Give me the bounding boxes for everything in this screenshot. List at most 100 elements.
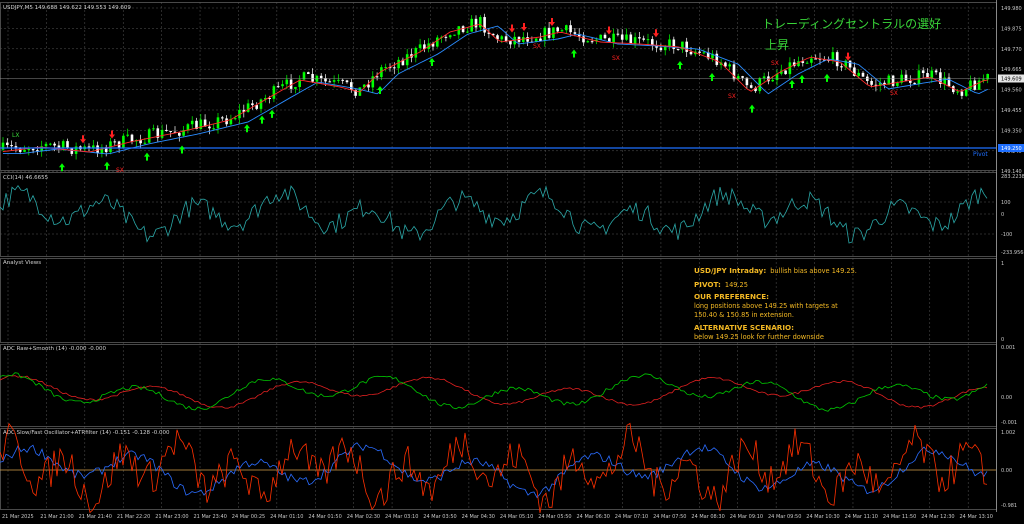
candle-body xyxy=(784,70,787,75)
time-tick-label: 24 Mar 06:30 xyxy=(577,514,610,520)
candle-body xyxy=(646,39,650,41)
cci-tick-label: -100 xyxy=(1001,232,1012,238)
price-tick-label: 149.980 xyxy=(1001,6,1022,12)
candle-body xyxy=(921,70,925,74)
candle-body xyxy=(147,129,151,143)
adc-raw-smooth-panel[interactable]: ADC Raw+Smooth (14) -0.000 -0.000 0.0010… xyxy=(0,345,1017,426)
analyst-views-panel[interactable]: Analyst Views 1 0 USD/JPY Intraday: bulli… xyxy=(3,260,1004,343)
time-tick-label: 24 Mar 03:50 xyxy=(423,514,456,520)
time-tick-label: 21 Mar 23:00 xyxy=(155,514,188,520)
candle-body xyxy=(552,27,555,38)
candle-body xyxy=(547,27,551,38)
candle-body xyxy=(470,18,473,32)
candle-body xyxy=(586,41,590,43)
candle-body xyxy=(909,80,912,83)
candle-body xyxy=(350,82,353,90)
analyst-alternative-line1: below 149.25 look for further downside xyxy=(694,333,824,341)
candle-body xyxy=(130,134,134,142)
time-tick-label: 24 Mar 04:30 xyxy=(462,514,495,520)
candle-body xyxy=(612,33,615,43)
candle-body xyxy=(866,76,869,81)
candle-body xyxy=(49,143,52,145)
signal-label: SX xyxy=(771,60,779,67)
candle-body xyxy=(457,26,461,35)
candle-body xyxy=(947,77,951,87)
buy-arrow-icon xyxy=(824,73,830,82)
candle-body xyxy=(57,145,61,148)
candle-body xyxy=(23,149,26,152)
cci-tick-label: -233.9568 xyxy=(1001,250,1024,256)
candle-body xyxy=(831,52,835,60)
candle-body xyxy=(436,37,439,47)
candle-body xyxy=(745,77,749,86)
cci-panel[interactable]: CCI(14) 46.6655 283.2238 100 0 -100 -233.956… xyxy=(0,174,1024,256)
analyst-preference-line1: long positions above 149.25 with targets… xyxy=(694,302,838,310)
buy-arrow-icon xyxy=(59,163,65,172)
price-tick-label: 149.560 xyxy=(1001,88,1022,94)
time-tick-label: 24 Mar 05:10 xyxy=(500,514,533,520)
candle-body xyxy=(319,75,323,79)
time-tick-label: 24 Mar 07:50 xyxy=(653,514,686,520)
candle-body xyxy=(543,27,547,42)
trading-chart-window[interactable]: USDJPY,M5 149.688 149.622 149.553 149.60… xyxy=(0,0,1024,524)
candle-body xyxy=(638,37,641,39)
signal-label: SX xyxy=(728,93,736,100)
chart-canvas[interactable]: USDJPY,M5 149.688 149.622 149.553 149.60… xyxy=(0,0,1024,524)
time-tick-label: 24 Mar 08:30 xyxy=(691,514,724,520)
time-tick-label: 24 Mar 01:10 xyxy=(270,514,303,520)
price-tick-label: 149.350 xyxy=(1001,128,1022,134)
panel-frame xyxy=(0,172,997,257)
analyst-pivot: PIVOT: 149.25 xyxy=(694,280,748,289)
adc-raw-tick-label: -0.001 xyxy=(1001,420,1017,426)
candle-body xyxy=(835,52,839,67)
adc-slow-tick-label: 0.00 xyxy=(1001,468,1012,474)
candle-body xyxy=(848,60,852,68)
adc-slow-fast-panel[interactable]: ADC Slow/Fast Oscillator+ATRfilter (14) … xyxy=(0,422,1017,514)
candle-body xyxy=(345,80,349,83)
candle-body xyxy=(659,47,663,51)
signal-label: SX xyxy=(533,43,541,50)
pivot-label: Pivot xyxy=(973,151,988,158)
cci-tick-label: 0 xyxy=(1001,212,1004,218)
price-panel[interactable]: USDJPY,M5 149.688 149.622 149.553 149.60… xyxy=(0,5,1024,175)
candle-body xyxy=(418,44,422,48)
time-tick-label: 24 Mar 05:50 xyxy=(538,514,571,520)
candle-body xyxy=(251,103,254,106)
candle-body xyxy=(556,27,559,32)
sell-arrow-icon xyxy=(653,29,659,38)
cci-tick-label: 100 xyxy=(1001,200,1011,206)
candle-body xyxy=(53,143,56,146)
price-tick-label: 149.770 xyxy=(1001,47,1022,53)
adc-slow-axis: 1.002 0.00 -0.981 xyxy=(1001,430,1017,509)
candle-body xyxy=(964,89,968,96)
time-tick-label: 21 Mar 21:00 xyxy=(40,514,73,520)
time-tick-label: 21 Mar 21:40 xyxy=(79,514,112,520)
tc-preference-title: トレーディングセントラルの選好 xyxy=(762,16,941,31)
adc-slow-tick-label: 1.002 xyxy=(1001,430,1015,436)
sell-arrow-icon xyxy=(109,130,115,139)
candle-body xyxy=(393,67,396,69)
candle-body xyxy=(479,17,482,28)
candle-body xyxy=(375,76,379,78)
analyst-axis-top: 1 xyxy=(1001,261,1004,267)
candle-body xyxy=(126,134,129,136)
candle-body xyxy=(1,142,5,150)
candle-body xyxy=(113,141,117,143)
candle-body xyxy=(969,80,972,90)
adc-slow-tick-label: -0.981 xyxy=(1001,503,1017,509)
candle-body xyxy=(956,91,959,93)
candle-body xyxy=(663,46,667,51)
price-axis[interactable]: 149.980 149.875 149.770 149.665 149.560 149.4… xyxy=(998,6,1024,175)
time-axis[interactable]: 21 Mar 2025 21 Mar 21:00 21 Mar 21:40 21 Ma… xyxy=(2,514,993,520)
candle-body xyxy=(805,62,809,64)
candle-body xyxy=(152,128,155,130)
candle-body xyxy=(870,80,873,85)
sell-arrow-icon xyxy=(606,26,612,35)
price-tick-label: 149.455 xyxy=(1001,108,1022,114)
candle-body xyxy=(788,62,792,75)
adc-raw-panel-title: ADC Raw+Smooth (14) -0.000 -0.000 xyxy=(3,346,106,352)
adc-raw-tick-label: 0.001 xyxy=(1001,345,1015,351)
candle-body xyxy=(960,91,964,96)
candle-body xyxy=(913,82,916,84)
price-panel-title: USDJPY,M5 149.688 149.622 149.553 149.60… xyxy=(3,5,131,11)
